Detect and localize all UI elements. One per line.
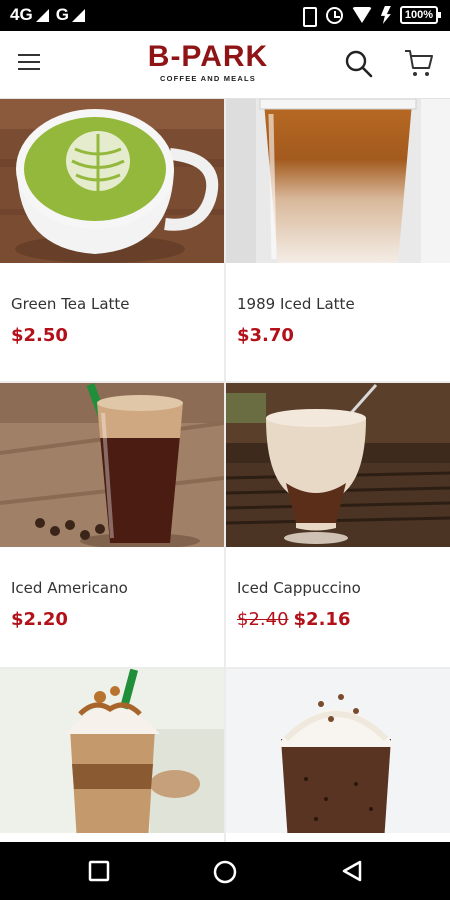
product-price: $2.20 — [11, 609, 68, 630]
product-image — [0, 99, 224, 263]
product-card[interactable] — [226, 669, 450, 842]
network-type-g: G — [55, 5, 69, 24]
app-bar: B-PARK COFFEE AND MEALS — [0, 31, 450, 99]
product-price: $2.50 — [11, 325, 68, 346]
product-name: Green Tea Latte — [11, 295, 130, 313]
product-image — [226, 669, 450, 833]
brand-name: B-PARK — [147, 40, 269, 73]
product-price-row: $2.40 $2.16 — [237, 609, 350, 630]
back-button[interactable] — [341, 860, 363, 886]
product-card[interactable] — [0, 669, 224, 842]
home-icon — [213, 860, 237, 884]
product-name: Iced Americano — [11, 579, 128, 597]
search-button[interactable] — [344, 49, 374, 79]
cart-button[interactable] — [403, 48, 435, 78]
brand-logo[interactable]: B-PARK COFFEE AND MEALS — [140, 41, 276, 89]
product-name: Iced Cappuccino — [237, 579, 361, 597]
network-indicators: 4G G — [10, 5, 89, 25]
product-card[interactable]: Iced Americano $2.20 — [0, 383, 224, 667]
home-button[interactable] — [213, 860, 237, 888]
network-type-4g: 4G — [10, 5, 33, 24]
product-name: 1989 Iced Latte — [237, 295, 355, 313]
charging-icon — [380, 6, 391, 24]
recents-icon — [88, 860, 110, 882]
battery-icon: 100% — [399, 6, 442, 24]
product-price: $3.70 — [237, 325, 294, 346]
signal-icon — [71, 8, 85, 22]
cart-icon — [405, 50, 433, 76]
menu-icon — [18, 54, 40, 56]
system-indicators: 100% — [299, 6, 442, 27]
signal-icon — [35, 8, 49, 22]
product-image — [0, 669, 224, 833]
original-price: $2.40 — [237, 609, 289, 630]
recents-button[interactable] — [88, 860, 110, 886]
vibrate-icon — [299, 6, 317, 27]
product-card[interactable]: Iced Cappuccino $2.40 $2.16 — [226, 383, 450, 667]
product-grid: Green Tea Latte $2.50 1989 Iced Latte $3… — [0, 99, 450, 842]
wifi-icon — [351, 7, 372, 23]
product-card[interactable]: Green Tea Latte $2.50 — [0, 99, 224, 381]
product-image — [226, 99, 450, 263]
back-icon — [342, 860, 362, 882]
sale-price: $2.16 — [293, 609, 351, 630]
search-icon — [345, 50, 373, 78]
product-image — [0, 383, 224, 547]
system-navigation-bar — [0, 842, 450, 900]
product-image — [226, 383, 450, 547]
status-bar: 4G G 100% — [0, 0, 450, 31]
brand-tagline: COFFEE AND MEALS — [159, 74, 256, 83]
product-card[interactable]: 1989 Iced Latte $3.70 — [226, 99, 450, 381]
alarm-icon — [325, 6, 343, 24]
menu-button[interactable] — [18, 54, 40, 72]
